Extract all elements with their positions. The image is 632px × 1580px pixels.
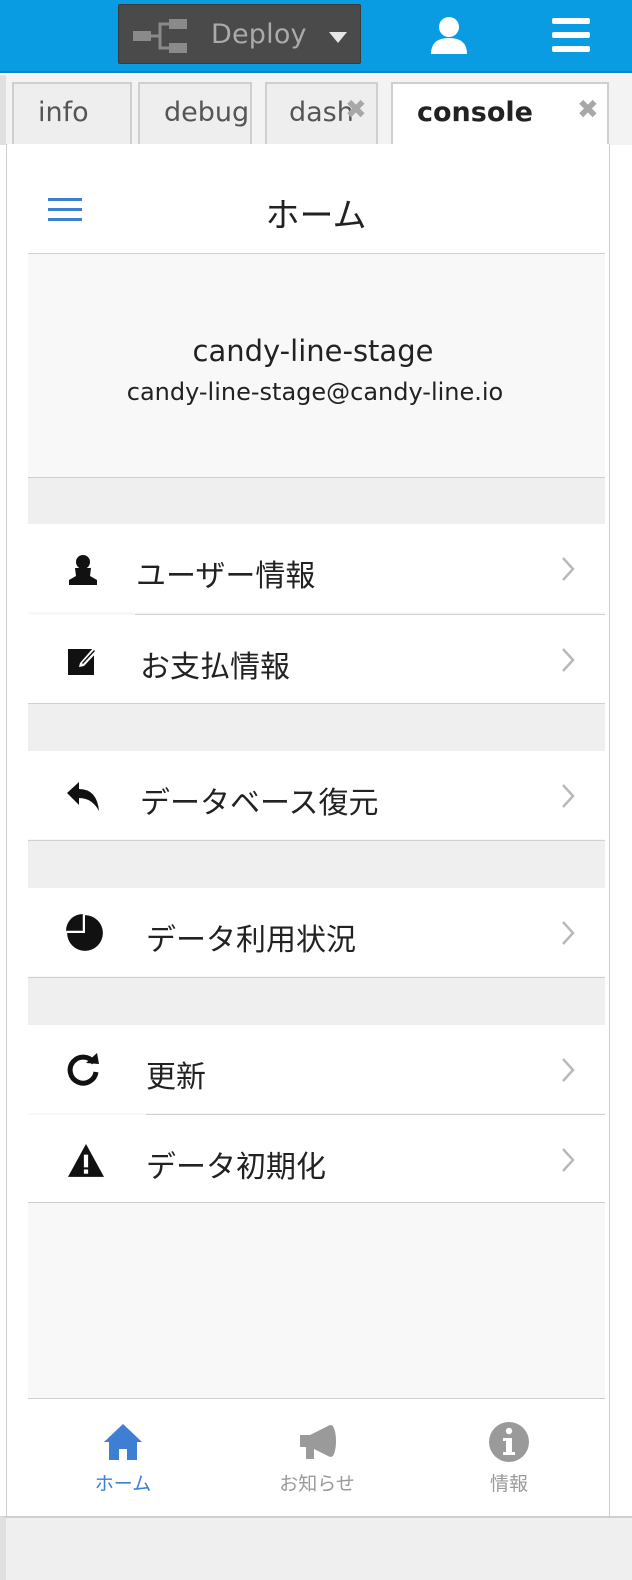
menu-list: candy-line-stage candy-line-stage@candy-… bbox=[28, 253, 605, 1398]
menu-item-label: お支払情報 bbox=[140, 650, 290, 685]
info-icon bbox=[489, 1422, 529, 1462]
menu-item-label: データ初期化 bbox=[146, 1150, 326, 1185]
menu-item-data-init[interactable]: データ初期化 bbox=[28, 1115, 605, 1203]
user-icon[interactable] bbox=[428, 14, 470, 56]
chevron-right-icon bbox=[562, 1058, 575, 1082]
section-divider bbox=[28, 477, 605, 524]
menu-item-label: ユーザー情報 bbox=[136, 559, 316, 594]
flow-icon bbox=[133, 19, 187, 53]
menu-item-payment-info[interactable]: お支払情報 bbox=[28, 615, 605, 703]
tab-label: debug bbox=[164, 97, 250, 128]
bottom-tab-about[interactable]: 情報 bbox=[449, 1421, 569, 1496]
bottom-tab-label: 情報 bbox=[489, 1473, 528, 1495]
tab-dashboard[interactable]: dash ✖ bbox=[265, 82, 378, 144]
account-name: candy-line-stage bbox=[192, 334, 434, 368]
chevron-right-icon bbox=[562, 921, 575, 945]
bottom-tab-bar: ホーム お知らせ 情報 bbox=[28, 1398, 605, 1516]
menu-item-refresh[interactable]: 更新 bbox=[28, 1025, 605, 1113]
chevron-right-icon bbox=[562, 1148, 575, 1172]
tab-debug[interactable]: debug bbox=[138, 82, 252, 144]
bottom-tab-label: ホーム bbox=[94, 1473, 152, 1495]
chevron-down-icon[interactable] bbox=[329, 32, 347, 43]
tab-label: console bbox=[417, 97, 533, 128]
chevron-right-icon bbox=[562, 648, 575, 672]
deploy-button[interactable]: Deploy bbox=[118, 4, 361, 64]
home-icon bbox=[104, 1424, 142, 1460]
menu-item-label: 更新 bbox=[146, 1060, 206, 1095]
footer-area bbox=[0, 1516, 632, 1580]
menu-item-user-info[interactable]: ユーザー情報 bbox=[28, 524, 605, 612]
chevron-right-icon bbox=[562, 784, 575, 808]
bottom-tab-news[interactable]: お知らせ bbox=[257, 1421, 377, 1496]
top-header: Deploy bbox=[0, 0, 632, 73]
megaphone-icon bbox=[300, 1425, 336, 1459]
bottom-tab-label: お知らせ bbox=[279, 1473, 355, 1495]
user-icon bbox=[69, 555, 97, 585]
divider bbox=[28, 1202, 605, 1203]
menu-item-data-usage[interactable]: データ利用状況 bbox=[28, 888, 605, 976]
warning-icon bbox=[68, 1144, 104, 1177]
profile-card: candy-line-stage candy-line-stage@candy-… bbox=[28, 254, 605, 478]
close-icon[interactable]: ✖ bbox=[577, 95, 599, 125]
hamburger-icon[interactable] bbox=[552, 18, 590, 52]
reply-icon bbox=[67, 782, 99, 811]
deploy-label: Deploy bbox=[211, 19, 307, 50]
sidebar-tabs: info debug dash ✖ console ✖ bbox=[0, 75, 632, 148]
pie-chart-icon bbox=[66, 914, 103, 951]
menu-item-label: データベース復元 bbox=[140, 786, 379, 821]
bottom-tab-home[interactable]: ホーム bbox=[63, 1421, 183, 1496]
page-title: ホーム bbox=[265, 196, 367, 236]
menu-item-db-restore[interactable]: データベース復元 bbox=[28, 751, 605, 839]
chevron-right-icon bbox=[562, 557, 575, 581]
menu-item-label: データ利用状況 bbox=[146, 923, 356, 958]
close-icon[interactable]: ✖ bbox=[345, 95, 367, 125]
refresh-icon bbox=[67, 1053, 99, 1086]
tab-console[interactable]: console ✖ bbox=[391, 82, 609, 148]
tab-label: info bbox=[38, 97, 89, 128]
section-divider bbox=[28, 703, 605, 751]
section-divider bbox=[28, 840, 605, 888]
section-divider bbox=[28, 977, 605, 1025]
account-email: candy-line-stage@candy-line.io bbox=[126, 378, 504, 406]
edit-icon bbox=[68, 647, 98, 675]
tab-info[interactable]: info bbox=[12, 82, 132, 144]
